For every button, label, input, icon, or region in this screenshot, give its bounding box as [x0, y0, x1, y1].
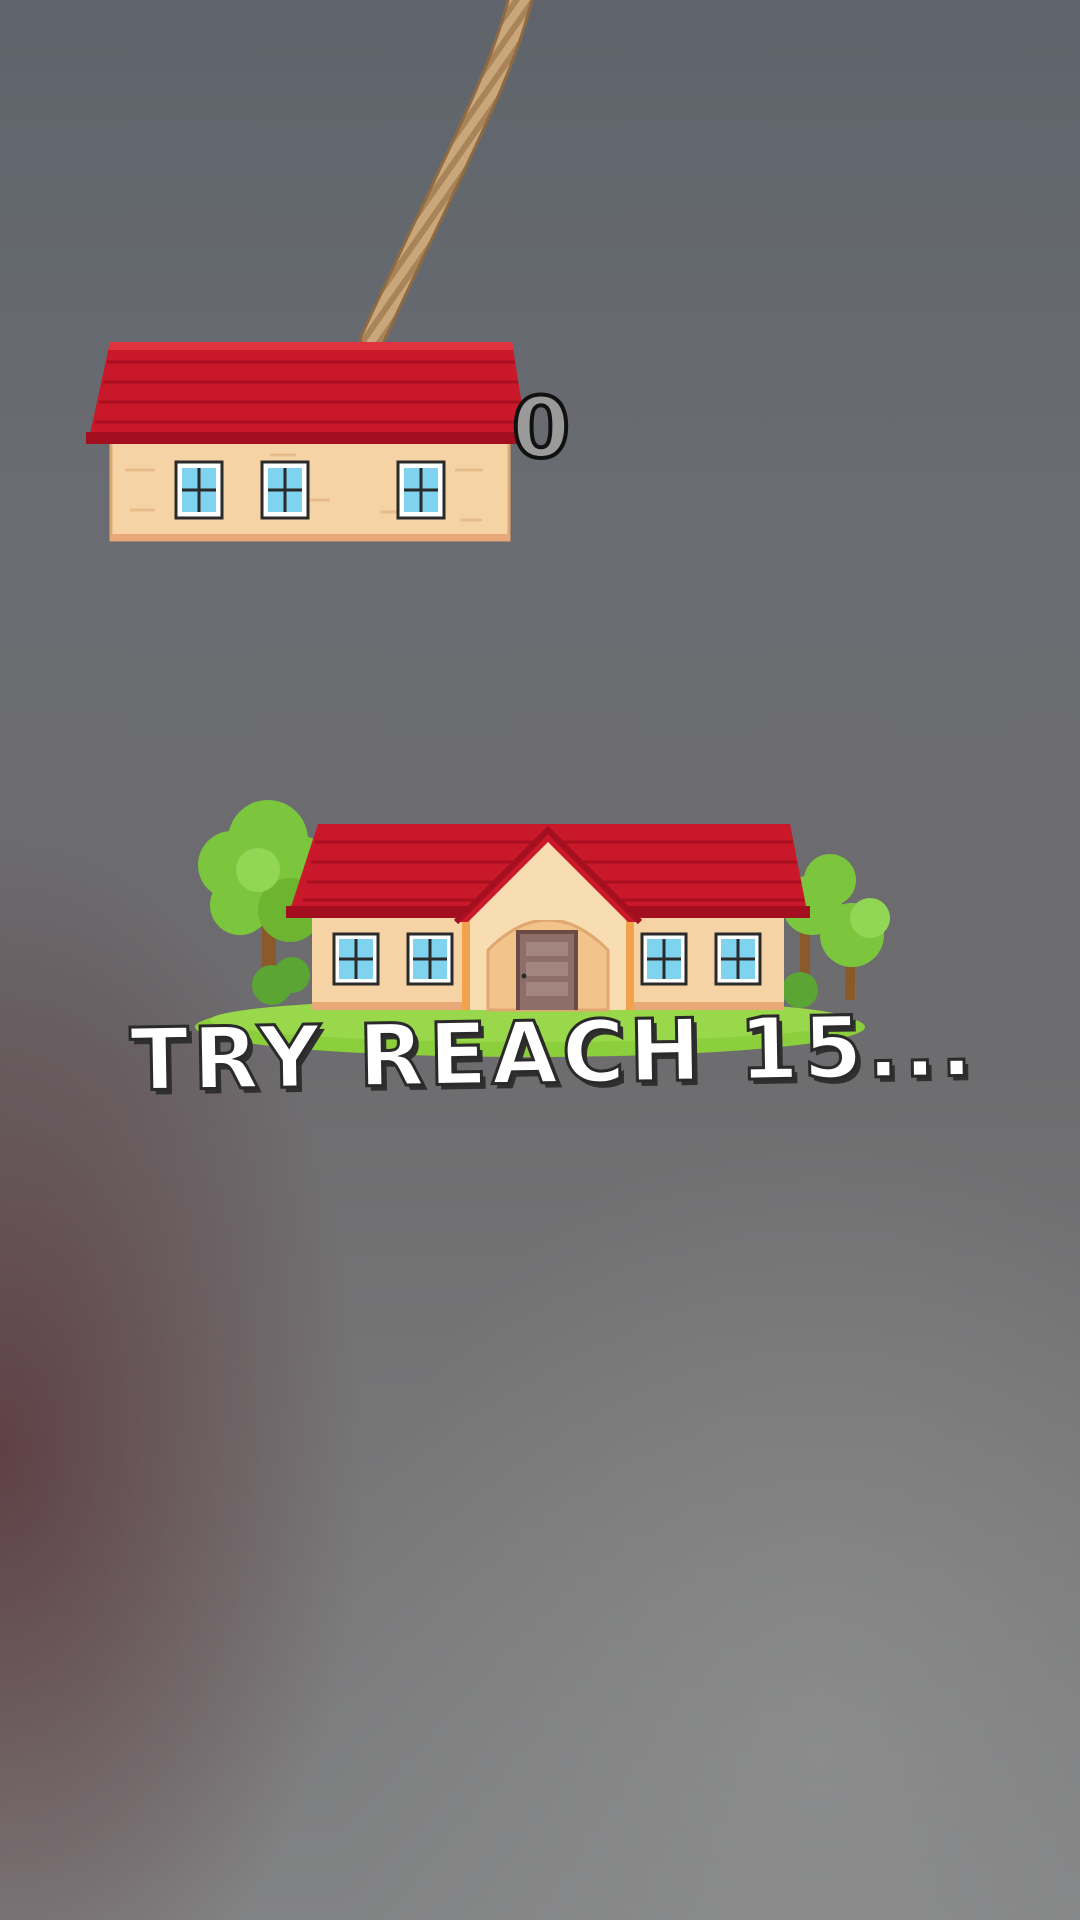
window-icon — [714, 932, 762, 986]
door-icon — [516, 930, 578, 1010]
window-icon — [640, 932, 688, 986]
window-icon — [332, 932, 380, 986]
goal-text: TRY REACH 15... — [128, 995, 979, 1113]
house-base-icon — [195, 800, 890, 1057]
window-icon — [406, 932, 454, 986]
